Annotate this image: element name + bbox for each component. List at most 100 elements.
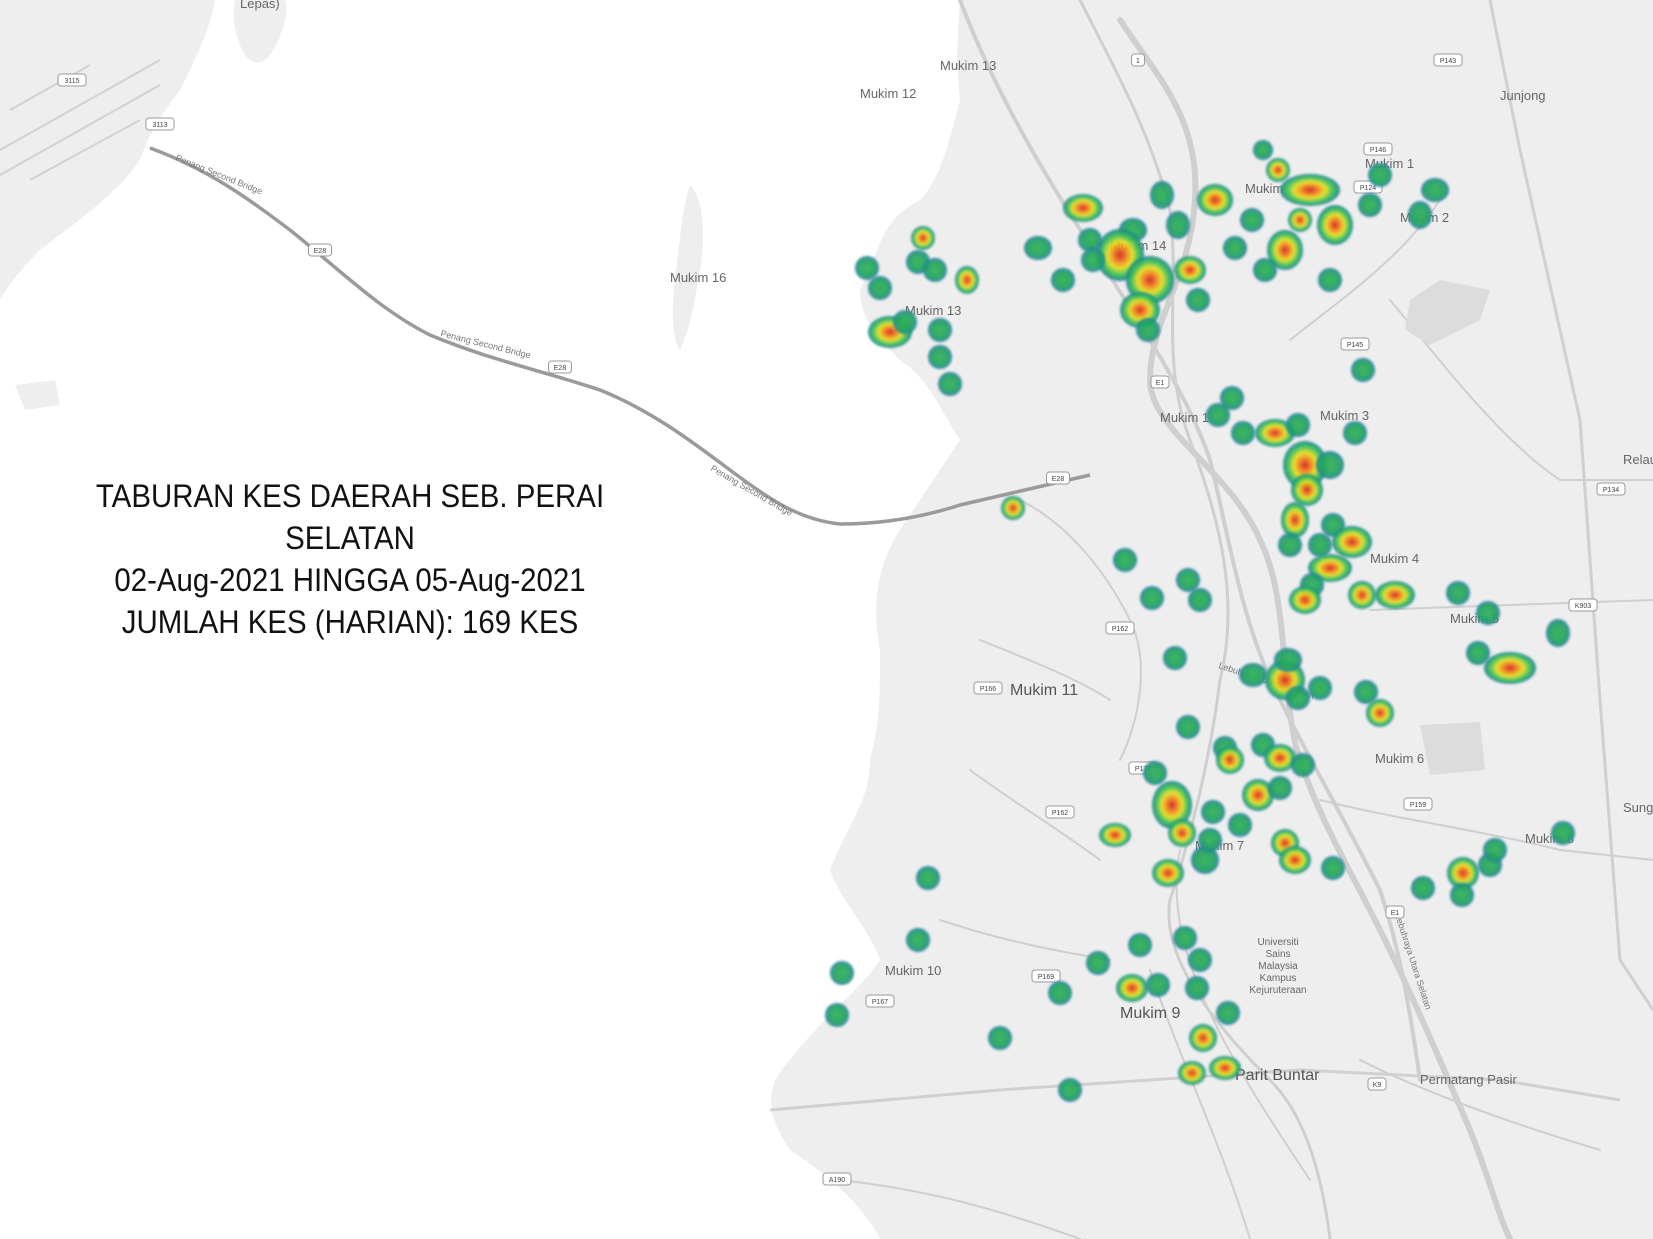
heat-blob [1421,178,1449,202]
road-shield: E28 [1046,471,1070,485]
heat-blob [1291,753,1315,777]
heat-blob [955,266,979,294]
heat-blob [1268,776,1292,800]
heat-blob [1253,140,1273,160]
heat-blob [1264,744,1296,772]
svg-text:E1: E1 [1391,910,1400,917]
heat-blob [1368,163,1392,187]
place-label-permatang: Permatang Pasir [1420,1072,1517,1087]
heat-blob [1358,193,1382,217]
svg-text:E1: E1 [1156,380,1165,387]
heat-blob [916,866,940,890]
heat-blob [1411,876,1435,900]
svg-text:P162: P162 [1052,810,1068,817]
heat-blob [1051,268,1075,292]
heat-blob [1316,451,1344,479]
road-shield: 1 [1131,53,1145,67]
heat-blob [1163,646,1187,670]
heat-blob [1551,821,1575,845]
svg-text:P169: P169 [1038,974,1054,981]
heat-blob [1058,1078,1082,1102]
heat-blob [893,310,917,334]
heat-blob [906,928,930,952]
road-shield: P143 [1433,53,1463,67]
heat-blob [928,318,952,342]
heat-blob [1253,258,1277,282]
heat-blob [1332,526,1372,558]
place-label-mukim1x: Mukim 1 [1160,410,1209,425]
heat-blob [1063,194,1103,222]
svg-text:E28: E28 [1052,476,1065,483]
place-label-lepas: Lepas) [240,0,280,11]
road-shield: P146 [1363,142,1393,156]
road-shield: E1 [1385,905,1405,919]
svg-text:K903: K903 [1575,603,1591,610]
road-shield: A190 [822,1172,852,1186]
road-shield: K9 [1367,1077,1387,1091]
title-line-1: TABURAN KES DAERAH SEB. PERAI [95,478,605,514]
heat-blob [1168,819,1196,847]
heat-blob [1216,746,1244,774]
heat-blob [1321,856,1345,880]
heat-blob [1288,208,1312,232]
heat-blob [1308,533,1332,557]
heat-blob [1024,236,1052,260]
svg-text:P145: P145 [1347,342,1363,349]
title-case-count: JUMLAH KES (HARIAN): 169 KES [121,604,579,640]
heat-blob [988,1026,1012,1050]
heat-blob [1001,496,1025,520]
svg-text:P162: P162 [1112,626,1128,633]
place-label-junjong: Junjong [1500,88,1546,103]
heat-blob [1150,181,1174,209]
heat-blob [1239,663,1267,687]
heat-blob [1048,981,1072,1005]
heat-blob [1178,1061,1206,1085]
heat-blob [1216,1001,1240,1025]
road-shield: P145 [1340,337,1370,351]
heat-blob [1209,1056,1241,1080]
heat-blob [1113,548,1137,572]
place-label-paritbuntar: Parit Buntar [1235,1067,1320,1084]
heat-blob [1086,951,1110,975]
road-shield: P162 [1045,805,1075,819]
place-label-mukim4: Mukim 4 [1370,551,1419,566]
heat-blob [1189,1024,1217,1052]
heat-blob [1240,208,1264,232]
heat-blob [1446,581,1470,605]
place-label-mukimtop: Mukim [1245,181,1283,196]
heat-blob [1152,859,1184,887]
heat-blob [1185,976,1209,1000]
heat-blob [1197,184,1233,216]
heat-blob [1289,586,1321,614]
svg-text:P143: P143 [1440,58,1456,65]
heat-blob [1266,158,1290,182]
heat-blob [1143,761,1167,785]
heat-blob [1450,883,1474,907]
place-label-mukim13a: Mukim 13 [940,58,996,73]
title-date-range: 02-Aug-2021 HINGGA 05-Aug-2021 [114,562,586,598]
road-shield: P167 [865,994,895,1008]
heat-blob [1176,568,1200,592]
heat-blob [1281,502,1309,538]
road-shield: P166 [973,681,1003,695]
svg-text:K9: K9 [1373,1082,1382,1089]
heat-blob [911,226,935,250]
heat-blob [1291,474,1323,506]
heat-blob [1408,201,1432,229]
heat-blob [1484,652,1536,684]
heat-blob [1136,318,1160,342]
heat-blob [1286,686,1310,710]
road-shield: E1 [1150,375,1170,389]
heat-blob [1173,926,1197,950]
svg-text:P146: P146 [1370,147,1386,154]
map-canvas[interactable]: Mukim 13Mukim 12Mukim 16Mukim 13Mukim 14… [0,0,1653,1239]
heat-blob [1081,248,1105,272]
svg-text:P166: P166 [980,686,996,693]
heat-blob [1280,174,1340,206]
heat-blob [1231,421,1255,445]
heat-blob [1317,205,1353,245]
place-label-mukim3: Mukim 3 [1320,408,1369,423]
heat-blob [1116,974,1148,1002]
place-label-mukim11: Mukim 11 [1010,682,1078,699]
place-label-sung: Sung [1623,800,1653,815]
